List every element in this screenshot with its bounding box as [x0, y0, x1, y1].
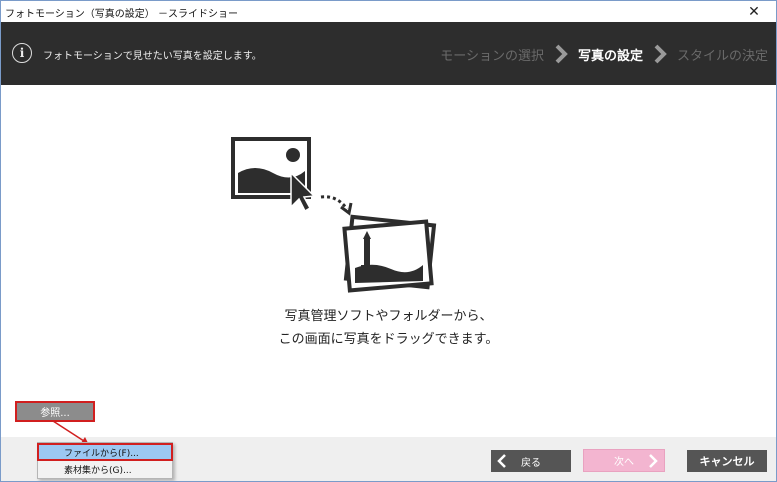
drag-photo-illustration: [231, 137, 437, 293]
step-motion-select: モーションの選択: [440, 48, 544, 64]
drop-hint-line1: 写真管理ソフトやフォルダーから、: [284, 309, 493, 324]
step-photo-settings: 写真の設定: [577, 48, 643, 64]
chevron-right-icon: [555, 44, 568, 64]
next-button-label: 次へ: [614, 457, 634, 468]
header-bar: i フォトモーションで見せたい写真を設定します。 モーションの選択 写真の設定 …: [1, 22, 776, 85]
header-message: フォトモーションで見せたい写真を設定します。: [43, 51, 262, 62]
drop-hint-line2: この画面に写真をドラッグできます。: [278, 332, 499, 347]
menu-item-from-library[interactable]: 素材集から(G)...: [38, 461, 172, 477]
back-button-label: 戻る: [521, 457, 541, 469]
back-button[interactable]: 戻る: [491, 450, 571, 472]
app-window: フォトモーション（写真の設定） －スライドショー ✕ i フォトモーションで見せ…: [0, 0, 777, 482]
menu-item-from-file[interactable]: ファイルから(F)...: [37, 443, 173, 461]
cancel-button[interactable]: キャンセル: [687, 450, 767, 472]
chevron-right-icon: [654, 44, 667, 64]
next-button[interactable]: 次へ: [583, 449, 665, 472]
close-icon[interactable]: ✕: [732, 1, 776, 22]
window-title: フォトモーション（写真の設定） －スライドショー: [5, 9, 238, 20]
drop-area[interactable]: 写真管理ソフトやフォルダーから、 この画面に写真をドラッグできます。: [1, 85, 776, 437]
step-style-decide: スタイルの決定: [676, 48, 768, 64]
step-indicator: モーションの選択 写真の設定 スタイルの決定: [440, 43, 768, 65]
target-photos-icon: [342, 214, 437, 293]
info-icon: i: [12, 43, 32, 63]
chevron-right-icon: [649, 454, 658, 468]
browse-dropdown-menu: ファイルから(F)... 素材集から(G)...: [37, 442, 173, 479]
chevron-left-icon: [497, 454, 506, 468]
title-bar: フォトモーション（写真の設定） －スライドショー ✕: [1, 1, 776, 22]
